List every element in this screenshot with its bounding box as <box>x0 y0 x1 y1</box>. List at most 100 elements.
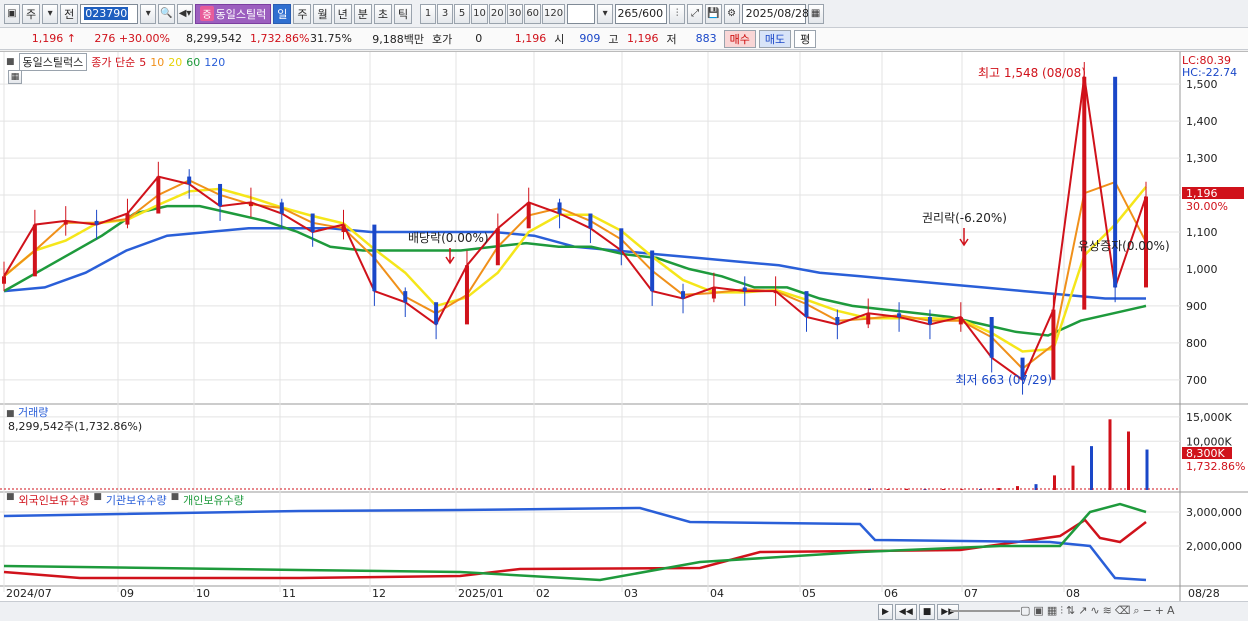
candle-body <box>1113 76 1118 288</box>
volume-value-line: 8,299,542주(1,732.86%) <box>8 420 143 433</box>
interval-button-60[interactable]: 60 <box>524 3 542 24</box>
interval-button-1[interactable]: 1 <box>420 3 437 24</box>
zoom-icon[interactable]: ⌕ <box>1133 604 1139 618</box>
period-tabs: 일주월년분초틱 <box>273 3 413 24</box>
interval-button-120[interactable]: 120 <box>542 3 566 24</box>
volume-bar <box>1053 475 1056 490</box>
candle-body <box>711 287 716 299</box>
stock-code-input[interactable]: 023790 <box>80 3 139 24</box>
candle-type-icon[interactable]: ⫶ <box>669 3 686 24</box>
font-size-icon[interactable]: A <box>1167 604 1175 618</box>
legend-ma120: 120 <box>204 55 226 69</box>
sell-button[interactable]: 매도 <box>758 29 792 48</box>
gear-icon[interactable]: ⚙ <box>723 3 740 24</box>
split-icon[interactable]: ▣ <box>1033 604 1043 618</box>
stop-button[interactable]: ■ <box>918 604 936 620</box>
count-input[interactable]: 265/600 <box>615 3 668 24</box>
candle-body <box>464 265 469 325</box>
chart-type-icon[interactable]: ⫶ <box>1060 604 1063 618</box>
trend-icon[interactable]: ↗ <box>1078 604 1087 618</box>
compare-icon[interactable]: ⇅ <box>1066 604 1075 618</box>
volume-bar <box>1090 446 1093 490</box>
date-input[interactable]: 2025/08/28 <box>741 3 809 24</box>
price-tick-label: 800 <box>1186 337 1207 350</box>
dividend-annotation: 배당락(0.00%) <box>408 231 489 245</box>
candle-body <box>588 213 593 229</box>
zoom-out-icon[interactable]: − <box>1143 604 1152 618</box>
interval-button-30[interactable]: 30 <box>506 3 524 24</box>
interval-button-5[interactable]: 5 <box>454 3 471 24</box>
table-icon[interactable]: ▦ <box>8 70 22 84</box>
low-label: 저 <box>666 32 677 46</box>
stock-name-label[interactable]: 증 동일스틸럭 <box>195 3 272 24</box>
x-tick-label: 09 <box>120 587 134 600</box>
tab-period-3[interactable]: 년 <box>333 3 352 24</box>
prev-button[interactable]: 전 <box>60 3 79 24</box>
open-value: 909 <box>579 32 601 45</box>
candle-body <box>526 202 531 229</box>
calendar-icon[interactable]: ▦ <box>807 3 824 24</box>
forward-button[interactable]: ▶▶ <box>937 604 960 620</box>
code-dropdown-icon[interactable]: ▾ <box>140 3 157 24</box>
holding-tick-label: 2,000,000 <box>1186 540 1242 553</box>
line-tool-icon[interactable]: ∿ <box>1090 604 1099 618</box>
price-change: 276 +30.00% <box>94 32 170 45</box>
draw-tool-icon[interactable]: ⤢ <box>687 3 704 24</box>
grid-icon[interactable]: ▦ <box>1047 604 1057 618</box>
save-icon[interactable]: 💾 <box>705 3 722 24</box>
price-tick-label: 700 <box>1186 374 1207 387</box>
turnover-pct: 31.75% <box>310 32 352 45</box>
buy-button[interactable]: 매수 <box>723 29 756 48</box>
tab-period-2[interactable]: 월 <box>313 3 332 24</box>
legend-stock[interactable]: 동일스틸럭스 <box>18 53 88 71</box>
tab-period-5[interactable]: 초 <box>373 3 392 24</box>
rights-annotation: 권리락(-6.20%) <box>922 211 1007 225</box>
open-label: 시 <box>554 32 565 46</box>
tab-period-1[interactable]: 주 <box>293 3 312 24</box>
candle-body <box>927 317 932 325</box>
volume-bar <box>1127 431 1130 490</box>
rights-arrow-icon <box>959 228 969 247</box>
candle-body <box>835 317 840 325</box>
high-label: 고 <box>608 32 619 46</box>
layout-icon[interactable]: ▢ <box>1020 604 1030 618</box>
candle-body <box>650 250 655 292</box>
candle-body <box>279 202 284 214</box>
rewind-button[interactable]: ◀◀ <box>894 604 917 620</box>
zoom-in-icon[interactable]: + <box>1155 604 1164 618</box>
chart-area[interactable]: 2024/07 09 10 11 12 2025/01 02 03 04 05 06 07 08 08/2… <box>0 51 1248 602</box>
candle-body <box>32 224 37 277</box>
window-icon[interactable]: ▣ <box>4 3 20 24</box>
candle-body <box>2 276 6 284</box>
legend-institution: 기관보유수량 <box>105 494 167 507</box>
chart-canvas[interactable]: 2024/07 09 10 11 12 2025/01 02 03 04 05 06 07 08 08/2… <box>0 52 1248 602</box>
tab-period-0[interactable]: 일 <box>273 3 292 24</box>
eraser-icon[interactable]: ⌫ <box>1115 604 1131 618</box>
ma60-line <box>3 204 1147 337</box>
speaker-icon[interactable]: ◀▾ <box>176 3 194 24</box>
quote-infobar: 1,196 ↑ 276 +30.00% 8,299,542 1,732.86% … <box>0 28 1248 50</box>
even-button[interactable]: 평 <box>794 29 817 48</box>
zoom-slider[interactable] <box>950 610 1020 612</box>
high-annotation: 최고 1,548 (08/08) <box>978 66 1086 80</box>
interval-input[interactable] <box>567 3 596 24</box>
low-annotation: 최저 663 (07/29) <box>955 373 1052 387</box>
candle-body <box>989 317 994 358</box>
interval-button-3[interactable]: 3 <box>437 3 454 24</box>
interval-button-20[interactable]: 20 <box>488 3 506 24</box>
search-icon[interactable]: 🔍 <box>158 3 175 24</box>
candle-body <box>63 220 68 225</box>
type-dropdown-icon[interactable]: ▾ <box>42 3 59 24</box>
interval-button-10[interactable]: 10 <box>471 3 488 24</box>
candle-body <box>187 176 192 184</box>
low-value: 883 <box>695 32 717 45</box>
scroll-right-button[interactable]: ▶ <box>878 604 893 620</box>
current-price: 1,196 ↑ <box>31 32 76 45</box>
type-select[interactable]: 주 <box>22 3 41 24</box>
tab-period-6[interactable]: 틱 <box>393 3 413 24</box>
x-tick-label: 07 <box>964 587 978 600</box>
fib-icon[interactable]: ≋ <box>1103 604 1112 618</box>
tab-period-4[interactable]: 분 <box>353 3 372 24</box>
interval-dropdown-icon[interactable]: ▾ <box>597 3 614 24</box>
ma120-line <box>3 227 1146 300</box>
